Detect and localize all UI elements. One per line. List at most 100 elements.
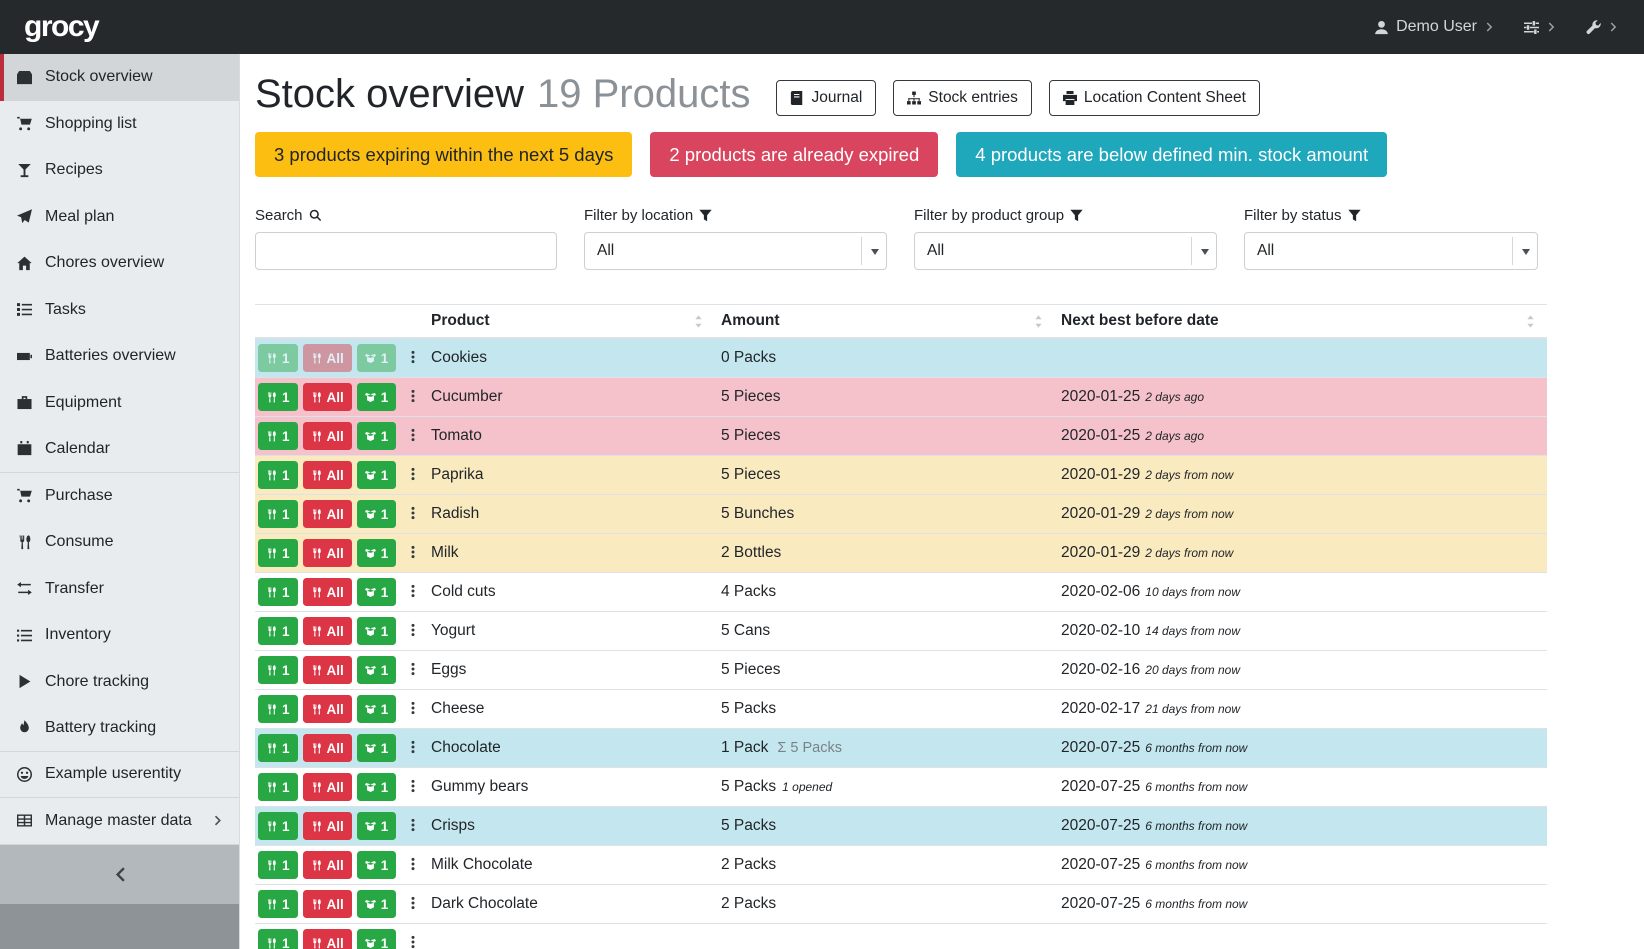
consume-one-button[interactable]: 1 bbox=[258, 500, 298, 528]
sidebar-item-stock-overview[interactable]: Stock overview bbox=[0, 54, 239, 101]
consume-one-button[interactable]: 1 bbox=[258, 695, 298, 723]
row-menu-button[interactable] bbox=[401, 855, 425, 876]
row-menu-button[interactable] bbox=[401, 465, 425, 486]
sidebar-item-transfer[interactable]: Transfer bbox=[0, 566, 239, 613]
row-menu-button[interactable] bbox=[401, 387, 425, 408]
sidebar-item-battery-tracking[interactable]: Battery tracking bbox=[0, 705, 239, 752]
column-header-date[interactable]: Next best before date bbox=[1055, 305, 1547, 339]
amount-cell: 5 Cans bbox=[715, 612, 1055, 651]
consume-one-button[interactable]: 1 bbox=[258, 851, 298, 879]
settings-menu[interactable] bbox=[1524, 20, 1558, 35]
journal-button[interactable]: Journal bbox=[776, 80, 876, 116]
consume-all-button[interactable]: All bbox=[303, 617, 352, 645]
row-menu-button[interactable] bbox=[401, 426, 425, 447]
consume-one-button[interactable]: 1 bbox=[258, 890, 298, 918]
consume-all-button[interactable]: All bbox=[303, 929, 352, 949]
consume-one-button[interactable]: 1 bbox=[258, 461, 298, 489]
row-menu-button[interactable] bbox=[401, 348, 425, 369]
consume-all-button[interactable]: All bbox=[303, 890, 352, 918]
consume-one-button[interactable]: 1 bbox=[258, 422, 298, 450]
consume-one-button[interactable]: 1 bbox=[258, 383, 298, 411]
open-one-button[interactable]: 1 bbox=[357, 695, 397, 723]
location-content-sheet-button[interactable]: Location Content Sheet bbox=[1049, 80, 1260, 116]
open-one-button[interactable]: 1 bbox=[357, 461, 397, 489]
open-one-button[interactable]: 1 bbox=[357, 890, 397, 918]
open-one-button[interactable]: 1 bbox=[357, 578, 397, 606]
sidebar-item-consume[interactable]: Consume bbox=[0, 519, 239, 566]
consume-one-button[interactable]: 1 bbox=[258, 734, 298, 762]
row-menu-button[interactable] bbox=[401, 582, 425, 603]
expired-banner[interactable]: 2 products are already expired bbox=[650, 132, 938, 177]
row-menu-button[interactable] bbox=[401, 504, 425, 525]
open-one-button[interactable]: 1 bbox=[357, 383, 397, 411]
admin-menu[interactable] bbox=[1586, 20, 1620, 35]
sidebar-item-example-userentity[interactable]: Example userentity bbox=[0, 752, 239, 799]
row-menu-button[interactable] bbox=[401, 699, 425, 720]
open-one-button[interactable]: 1 bbox=[357, 617, 397, 645]
row-menu-button[interactable] bbox=[401, 777, 425, 798]
consume-all-button[interactable]: All bbox=[303, 773, 352, 801]
row-menu-button[interactable] bbox=[401, 894, 425, 915]
sidebar-item-tasks[interactable]: Tasks bbox=[0, 287, 239, 334]
sidebar-item-shopping-list[interactable]: Shopping list bbox=[0, 101, 239, 148]
consume-all-button[interactable]: All bbox=[303, 851, 352, 879]
row-menu-button[interactable] bbox=[401, 621, 425, 642]
sidebar-item-equipment[interactable]: Equipment bbox=[0, 380, 239, 427]
consume-one-button[interactable]: 1 bbox=[258, 812, 298, 840]
product-group-filter-select[interactable]: All bbox=[914, 232, 1217, 270]
column-header-product[interactable]: Product bbox=[425, 305, 715, 339]
consume-all-button[interactable]: All bbox=[303, 734, 352, 762]
sort-icon[interactable] bbox=[692, 315, 705, 328]
sidebar-item-recipes[interactable]: Recipes bbox=[0, 147, 239, 194]
row-menu-button[interactable] bbox=[401, 933, 425, 949]
column-header-amount[interactable]: Amount bbox=[715, 305, 1055, 339]
open-one-button[interactable]: 1 bbox=[357, 539, 397, 567]
row-menu-button[interactable] bbox=[401, 543, 425, 564]
sidebar-item-chores-overview[interactable]: Chores overview bbox=[0, 240, 239, 287]
status-filter-select[interactable]: All bbox=[1244, 232, 1538, 270]
consume-all-button[interactable]: All bbox=[303, 383, 352, 411]
sidebar-item-batteries-overview[interactable]: Batteries overview bbox=[0, 333, 239, 380]
row-menu-button[interactable] bbox=[401, 738, 425, 759]
consume-one-button[interactable]: 1 bbox=[258, 539, 298, 567]
consume-one-button[interactable]: 1 bbox=[258, 617, 298, 645]
row-menu-button[interactable] bbox=[401, 816, 425, 837]
sidebar-item-inventory[interactable]: Inventory bbox=[0, 612, 239, 659]
consume-all-button[interactable]: All bbox=[303, 578, 352, 606]
consume-all-button[interactable]: All bbox=[303, 695, 352, 723]
consume-all-button[interactable]: All bbox=[303, 461, 352, 489]
consume-one-button[interactable]: 1 bbox=[258, 578, 298, 606]
open-one-button[interactable]: 1 bbox=[357, 422, 397, 450]
row-menu-button[interactable] bbox=[401, 660, 425, 681]
consume-one-button[interactable]: 1 bbox=[258, 773, 298, 801]
open-one-button[interactable]: 1 bbox=[357, 812, 397, 840]
best-before-note: 6 months from now bbox=[1145, 741, 1247, 755]
below-min-stock-banner[interactable]: 4 products are below defined min. stock … bbox=[956, 132, 1387, 177]
search-input[interactable] bbox=[255, 232, 557, 270]
open-one-button[interactable]: 1 bbox=[357, 929, 397, 949]
open-one-button[interactable]: 1 bbox=[357, 773, 397, 801]
sidebar-collapse-button[interactable] bbox=[0, 845, 239, 904]
consume-one-button[interactable]: 1 bbox=[258, 656, 298, 684]
user-menu[interactable]: Demo User bbox=[1374, 18, 1496, 36]
open-one-button[interactable]: 1 bbox=[357, 656, 397, 684]
sidebar-item-purchase[interactable]: Purchase bbox=[0, 473, 239, 520]
open-one-button[interactable]: 1 bbox=[357, 734, 397, 762]
sidebar-item-meal-plan[interactable]: Meal plan bbox=[0, 194, 239, 241]
sidebar-item-manage-master-data[interactable]: Manage master data bbox=[0, 798, 239, 845]
open-one-button[interactable]: 1 bbox=[357, 500, 397, 528]
open-one-button[interactable]: 1 bbox=[357, 851, 397, 879]
sort-icon[interactable] bbox=[1032, 315, 1045, 328]
consume-all-button[interactable]: All bbox=[303, 422, 352, 450]
sort-icon[interactable] bbox=[1524, 315, 1537, 328]
consume-one-button[interactable]: 1 bbox=[258, 929, 298, 949]
consume-all-button[interactable]: All bbox=[303, 500, 352, 528]
location-filter-select[interactable]: All bbox=[584, 232, 887, 270]
expiring-banner[interactable]: 3 products expiring within the next 5 da… bbox=[255, 132, 632, 177]
stock-entries-button[interactable]: Stock entries bbox=[893, 80, 1032, 116]
sidebar-item-chore-tracking[interactable]: Chore tracking bbox=[0, 659, 239, 706]
consume-all-button[interactable]: All bbox=[303, 812, 352, 840]
sidebar-item-calendar[interactable]: Calendar bbox=[0, 426, 239, 473]
consume-all-button[interactable]: All bbox=[303, 539, 352, 567]
consume-all-button[interactable]: All bbox=[303, 656, 352, 684]
